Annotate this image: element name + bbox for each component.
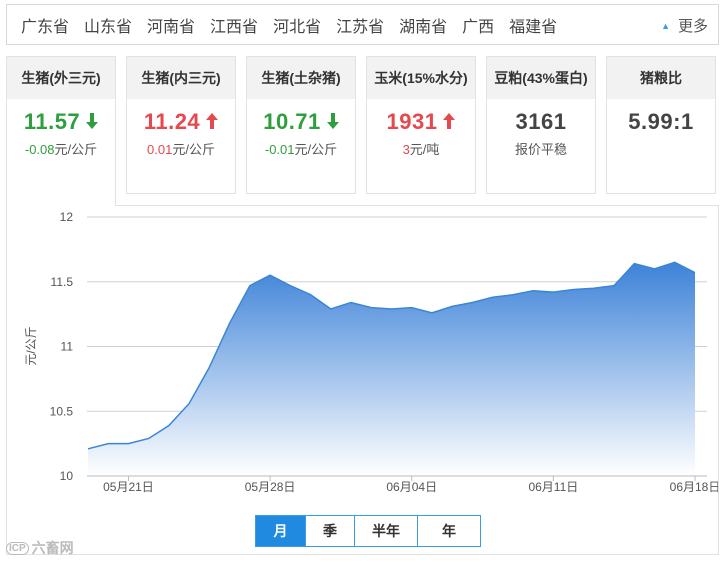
card-title: 猪粮比 xyxy=(607,57,715,99)
tab-quarter[interactable]: 季 xyxy=(305,516,354,546)
province-item-henan[interactable]: 河南省 xyxy=(147,13,195,37)
arrow-down-icon xyxy=(326,109,339,135)
watermark-logo: ICP xyxy=(6,541,29,555)
card-change-value: -0.01 xyxy=(264,142,295,157)
caret-up-icon: ▲ xyxy=(661,20,670,31)
x-tick-label: 06月11日 xyxy=(528,480,578,494)
x-tick-label: 05月28日 xyxy=(245,480,296,494)
price-card-pig-waisanyuan[interactable]: 生猪(外三元) 11.57 -0.08元/公斤 xyxy=(6,56,116,206)
watermark-text: 六畜网 xyxy=(31,540,74,556)
y-tick-label: 12 xyxy=(60,210,74,224)
province-item-fujian[interactable]: 福建省 xyxy=(509,13,557,37)
y-tick-label: 10.5 xyxy=(50,404,74,418)
price-card-pig-neisanyuan[interactable]: 生猪(内三元) 11.24 0.01元/公斤 xyxy=(126,56,236,194)
card-change-value: 3 xyxy=(402,142,410,157)
card-price-value: 1931 xyxy=(386,109,438,134)
card-change: -0.08元/公斤 xyxy=(7,139,115,158)
province-item-hunan[interactable]: 湖南省 xyxy=(399,13,447,37)
province-bar: 广东省 山东省 河南省 江西省 河北省 江苏省 湖南省 广西 福建省 ▲ 更多 xyxy=(6,4,719,45)
y-axis-label: 元/公斤 xyxy=(24,326,38,365)
card-change: 3元/吨 xyxy=(367,139,475,158)
card-change: 0.01元/公斤 xyxy=(127,139,235,158)
card-title: 生猪(内三元) xyxy=(127,57,235,99)
price-cards: 生猪(外三元) 11.57 -0.08元/公斤 生猪(内三元) 11.24 0.… xyxy=(0,56,723,206)
card-price-value: 10.71 xyxy=(263,109,321,134)
card-change: 报价平稳 xyxy=(487,139,595,158)
series-area xyxy=(88,262,695,476)
price-card-soybean-meal[interactable]: 豆粕(43%蛋白) 3161 报价平稳 xyxy=(486,56,596,194)
card-price: 5.99:1 xyxy=(607,99,715,145)
card-price-value: 11.57 xyxy=(23,109,81,134)
y-tick-label: 11 xyxy=(61,340,74,354)
tab-month[interactable]: 月 xyxy=(256,516,305,546)
card-price-value: 11.24 xyxy=(143,109,201,134)
province-item-guangxi[interactable]: 广西 xyxy=(462,13,494,37)
x-tick-label: 05月21日 xyxy=(103,480,154,494)
more-label: 更多 xyxy=(677,18,708,35)
card-title: 玉米(15%水分) xyxy=(367,57,475,99)
y-tick-label: 11.5 xyxy=(51,275,74,289)
arrow-down-icon xyxy=(86,109,99,135)
card-title: 生猪(外三元) xyxy=(7,57,115,99)
province-item-jiangsu[interactable]: 江苏省 xyxy=(336,13,384,37)
card-price-value: 5.99:1 xyxy=(628,109,694,134)
card-title: 生猪(土杂猪) xyxy=(247,57,355,99)
x-tick-label: 06月18日 xyxy=(670,480,718,494)
arrow-up-icon xyxy=(443,109,456,135)
province-item-hebei[interactable]: 河北省 xyxy=(273,13,321,37)
period-tabs: 月 季 半年 年 xyxy=(255,515,481,547)
card-change-unit: 元/公斤 xyxy=(172,142,215,157)
province-item-shandong[interactable]: 山东省 xyxy=(84,13,132,37)
price-card-pig-tuzazhu[interactable]: 生猪(土杂猪) 10.71 -0.01元/公斤 xyxy=(246,56,356,194)
y-tick-label: 10 xyxy=(60,469,74,483)
arrow-up-icon xyxy=(206,109,219,135)
chart-panel: 10 10.5 11 11.5 12 05月21日 05月28日 06月04日 06月11日 06… xyxy=(6,205,719,555)
tab-year[interactable]: 年 xyxy=(417,516,480,546)
price-card-pig-grain-ratio[interactable]: 猪粮比 5.99:1 xyxy=(606,56,716,194)
card-change-value: -0.08 xyxy=(24,142,55,157)
watermark: ICP 六畜网 xyxy=(6,538,74,558)
card-change-unit: 报价平稳 xyxy=(514,142,567,157)
price-card-corn[interactable]: 玉米(15%水分) 1931 3元/吨 xyxy=(366,56,476,194)
province-item-guangdong[interactable]: 广东省 xyxy=(21,13,69,37)
card-price-value: 3161 xyxy=(515,109,567,134)
card-change: -0.01元/公斤 xyxy=(247,139,355,158)
x-tick-label: 06月04日 xyxy=(386,480,437,494)
more-button[interactable]: ▲ 更多 xyxy=(661,15,708,36)
card-change-value: 0.01 xyxy=(147,142,173,157)
price-area-chart: 10 10.5 11 11.5 12 05月21日 05月28日 06月04日 06月11日 06… xyxy=(24,210,718,494)
card-change-unit: 元/公斤 xyxy=(294,142,338,157)
province-item-jiangxi[interactable]: 江西省 xyxy=(210,13,258,37)
tab-half-year[interactable]: 半年 xyxy=(354,516,417,546)
card-change-unit: 元/公斤 xyxy=(54,142,98,157)
card-title: 豆粕(43%蛋白) xyxy=(487,57,595,99)
card-change-unit: 元/吨 xyxy=(409,142,440,157)
